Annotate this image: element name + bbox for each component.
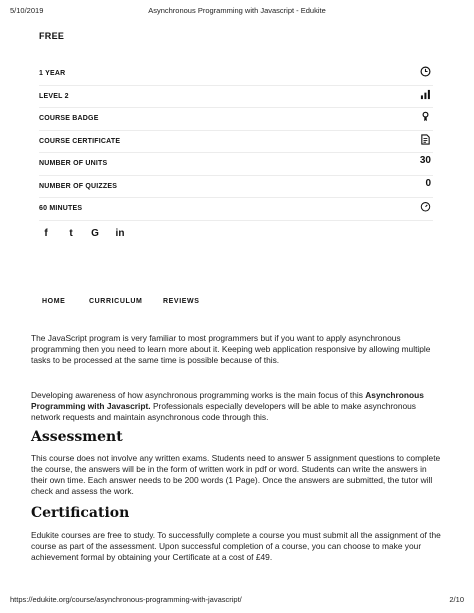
feature-label: 60 MINUTES	[39, 205, 83, 212]
intro-text-2-lead: Developing awareness of how asynchronous…	[31, 390, 366, 400]
course-price: FREE	[39, 31, 65, 41]
certification-text-block: Edukite courses are free to study. To su…	[31, 530, 443, 563]
print-footer: https://edukite.org/course/asynchronous-…	[10, 595, 464, 607]
certificate-icon	[420, 133, 431, 145]
google-icon[interactable]: G	[88, 227, 102, 241]
tab-curriculum[interactable]: CURRICULUM	[89, 298, 142, 305]
feature-badge: COURSE BADGE	[39, 108, 433, 131]
feature-label: NUMBER OF QUIZZES	[39, 182, 118, 190]
quizzes-count: 0	[425, 177, 431, 189]
feature-label: NUMBER OF UNITS	[39, 160, 108, 167]
print-url: https://edukite.org/course/asynchronous-…	[10, 595, 242, 604]
intro-text: The JavaScript program is very familiar …	[31, 333, 431, 365]
certification-heading: Certification	[31, 505, 130, 521]
assessment-heading: Assessment	[31, 429, 123, 445]
badge-icon	[420, 111, 431, 122]
feature-time: 60 MINUTES	[39, 198, 433, 221]
tab-reviews[interactable]: REVIEWS	[163, 298, 199, 305]
intro-paragraph-1: The JavaScript program is very familiar …	[31, 333, 443, 366]
feature-label: 1 YEAR	[39, 70, 66, 77]
feature-label: COURSE BADGE	[39, 115, 99, 122]
feature-duration: 1 YEAR	[39, 63, 433, 86]
linkedin-icon[interactable]: in	[113, 227, 127, 241]
timer-icon	[420, 201, 431, 212]
tab-home[interactable]: HOME	[42, 298, 65, 305]
print-title: Asynchronous Programming with Javascript…	[148, 6, 326, 15]
twitter-icon[interactable]: t	[64, 227, 78, 241]
certification-text: Edukite courses are free to study. To su…	[31, 530, 441, 562]
course-features-list: 1 YEAR LEVEL 2 COURSE BADGE COURSE CERTI…	[39, 63, 433, 221]
feature-label: COURSE CERTIFICATE	[39, 137, 121, 145]
bar-chart-icon	[420, 89, 431, 100]
feature-level: LEVEL 2	[39, 86, 433, 108]
print-header: 5/10/2019 Asynchronous Programming with …	[10, 6, 464, 18]
clock-icon	[420, 66, 431, 77]
assessment-text-block: This course does not involve any written…	[31, 453, 443, 497]
feature-units: NUMBER OF UNITS 30	[39, 153, 433, 176]
feature-quizzes: NUMBER OF QUIZZES 0	[39, 176, 433, 198]
units-count: 30	[419, 155, 431, 166]
facebook-icon[interactable]: f	[39, 227, 53, 241]
intro-text-2: Developing awareness of how asynchronous…	[31, 390, 443, 423]
assessment-text: This course does not involve any written…	[31, 453, 441, 496]
feature-label: LEVEL 2	[39, 92, 69, 100]
page-number: 2/10	[449, 595, 464, 604]
intro-paragraph-2: Developing awareness of how asynchronous…	[31, 390, 443, 423]
feature-certificate: COURSE CERTIFICATE	[39, 131, 433, 153]
